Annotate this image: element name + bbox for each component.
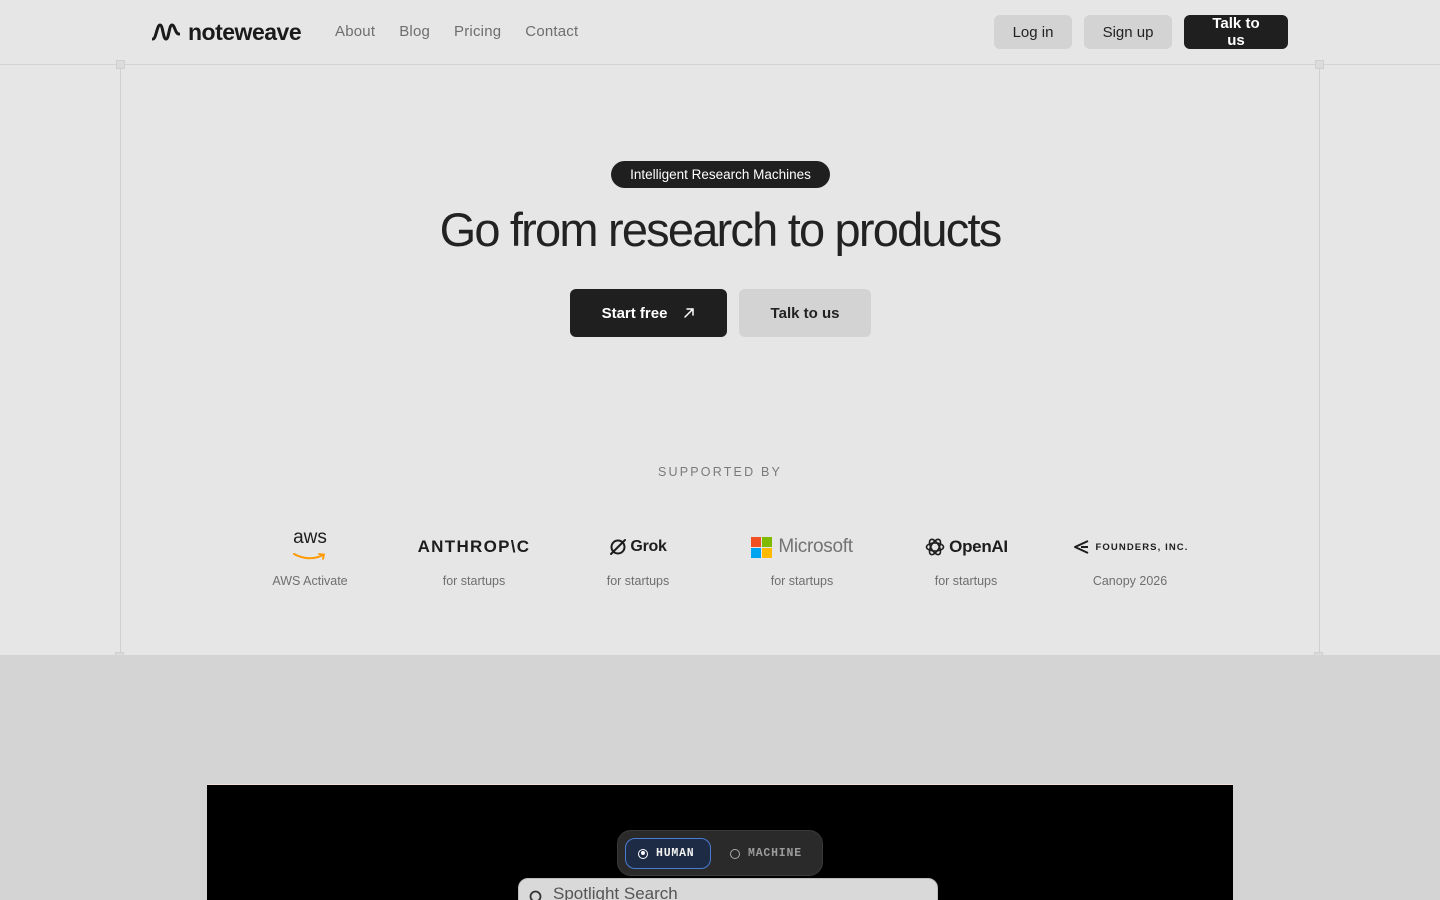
spotlight-search-bar bbox=[518, 878, 938, 900]
spotlight-search-input[interactable] bbox=[553, 884, 913, 900]
openai-wordmark: OpenAI bbox=[949, 537, 1008, 556]
grok-logo: Grok bbox=[609, 530, 667, 564]
search-icon bbox=[529, 890, 542, 900]
frame-corner-top-right bbox=[1315, 60, 1324, 69]
hero-headline: Go from research to products bbox=[439, 203, 1003, 256]
nav-contact[interactable]: Contact bbox=[525, 23, 578, 40]
microsoft-squares-icon bbox=[751, 536, 773, 558]
toggle-human[interactable]: HUMAN bbox=[625, 838, 711, 869]
openai-knot-icon bbox=[925, 538, 945, 556]
start-free-button[interactable]: Start free bbox=[570, 289, 727, 337]
talk-to-us-header-button[interactable]: Talk to us bbox=[1184, 15, 1288, 49]
supporter-logos: aws AWS Activate ANTHROP\C for startups … bbox=[228, 527, 1212, 588]
supporter-founders-inc[interactable]: FOUNDERS, INC. Canopy 2026 bbox=[1048, 530, 1212, 588]
toggle-human-label: HUMAN bbox=[656, 847, 695, 860]
arrow-up-right-icon bbox=[684, 308, 695, 318]
aws-wordmark: aws bbox=[293, 527, 327, 548]
login-button[interactable]: Log in bbox=[994, 15, 1072, 49]
main-nav: About Blog Pricing Contact bbox=[335, 23, 578, 40]
wave-logo-icon bbox=[152, 23, 180, 41]
microsoft-wordmark: Microsoft bbox=[778, 536, 853, 557]
nav-about[interactable]: About bbox=[335, 23, 375, 40]
signup-button[interactable]: Sign up bbox=[1084, 15, 1172, 49]
supported-by-heading: SUPPORTED BY bbox=[657, 465, 783, 479]
frame-corner-top-left bbox=[116, 60, 125, 69]
supporter-caption: for startups bbox=[442, 574, 506, 588]
openai-logo: OpenAI bbox=[924, 530, 1008, 564]
supporter-grok[interactable]: Grok for startups bbox=[556, 530, 720, 588]
hero-cta-row: Start free Talk to us bbox=[570, 289, 871, 337]
frame-line-right bbox=[1319, 65, 1320, 657]
founders-inc-logo: FOUNDERS, INC. bbox=[1072, 530, 1189, 564]
anthropic-logo: ANTHROP\C bbox=[418, 530, 531, 564]
toggle-machine-label: MACHINE bbox=[748, 847, 802, 860]
supporter-caption: Canopy 2026 bbox=[1092, 574, 1168, 588]
toggle-machine[interactable]: MACHINE bbox=[718, 838, 814, 869]
radio-selected-icon bbox=[638, 848, 648, 859]
aws-smile-icon bbox=[293, 553, 326, 560]
talk-to-us-hero-button[interactable]: Talk to us bbox=[739, 289, 871, 337]
grok-mark-icon bbox=[610, 539, 627, 555]
supporter-caption: for startups bbox=[934, 574, 998, 588]
supporter-openai[interactable]: OpenAI for startups bbox=[884, 530, 1048, 588]
supporter-caption: for startups bbox=[606, 574, 670, 588]
header-actions: Log in Sign up Talk to us bbox=[994, 15, 1288, 49]
supporter-aws[interactable]: aws AWS Activate bbox=[228, 527, 392, 588]
brand-name: noteweave bbox=[188, 18, 302, 45]
frame-line-left bbox=[120, 65, 121, 657]
microsoft-logo: Microsoft bbox=[751, 530, 853, 564]
founders-wordmark: FOUNDERS, INC. bbox=[1095, 541, 1189, 553]
supporter-microsoft[interactable]: Microsoft for startups bbox=[720, 530, 884, 588]
human-machine-toggle: HUMAN MACHINE bbox=[617, 830, 823, 876]
nav-pricing[interactable]: Pricing bbox=[454, 23, 501, 40]
aws-logo: aws bbox=[292, 527, 328, 564]
supporter-caption: for startups bbox=[770, 574, 834, 588]
radio-unselected-icon bbox=[730, 848, 740, 859]
founders-chevron-icon bbox=[1073, 540, 1088, 554]
grok-wordmark: Grok bbox=[630, 538, 667, 555]
nav-blog[interactable]: Blog bbox=[399, 23, 430, 40]
supporter-anthropic[interactable]: ANTHROP\C for startups bbox=[392, 530, 556, 588]
site-header: noteweave About Blog Pricing Contact Log… bbox=[0, 0, 1440, 65]
supporter-caption: AWS Activate bbox=[272, 574, 348, 588]
start-free-label: Start free bbox=[601, 304, 668, 322]
anthropic-wordmark: ANTHROP\C bbox=[417, 537, 531, 556]
brand-logo[interactable]: noteweave bbox=[152, 18, 302, 45]
hero-badge: Intelligent Research Machines bbox=[611, 161, 830, 188]
